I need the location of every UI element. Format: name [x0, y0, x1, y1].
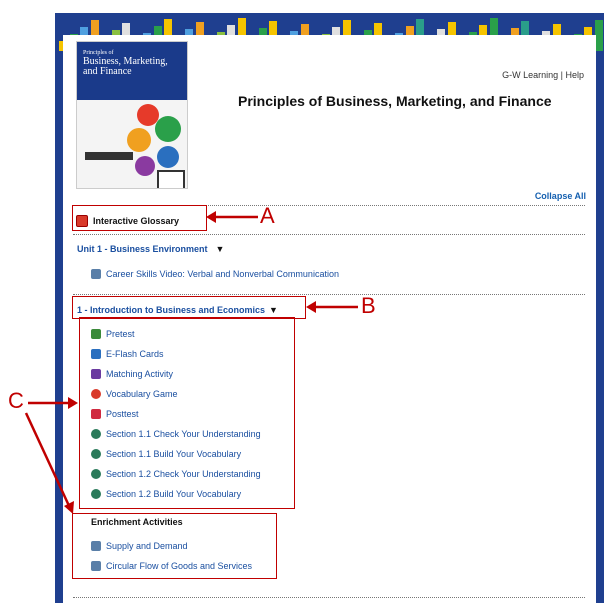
annotation-label-a: A [260, 203, 275, 228]
annotation-arrows [24, 211, 358, 514]
annotation-label-b: B [361, 293, 376, 318]
annotation-label-c: C [8, 388, 24, 413]
divider [73, 597, 585, 598]
